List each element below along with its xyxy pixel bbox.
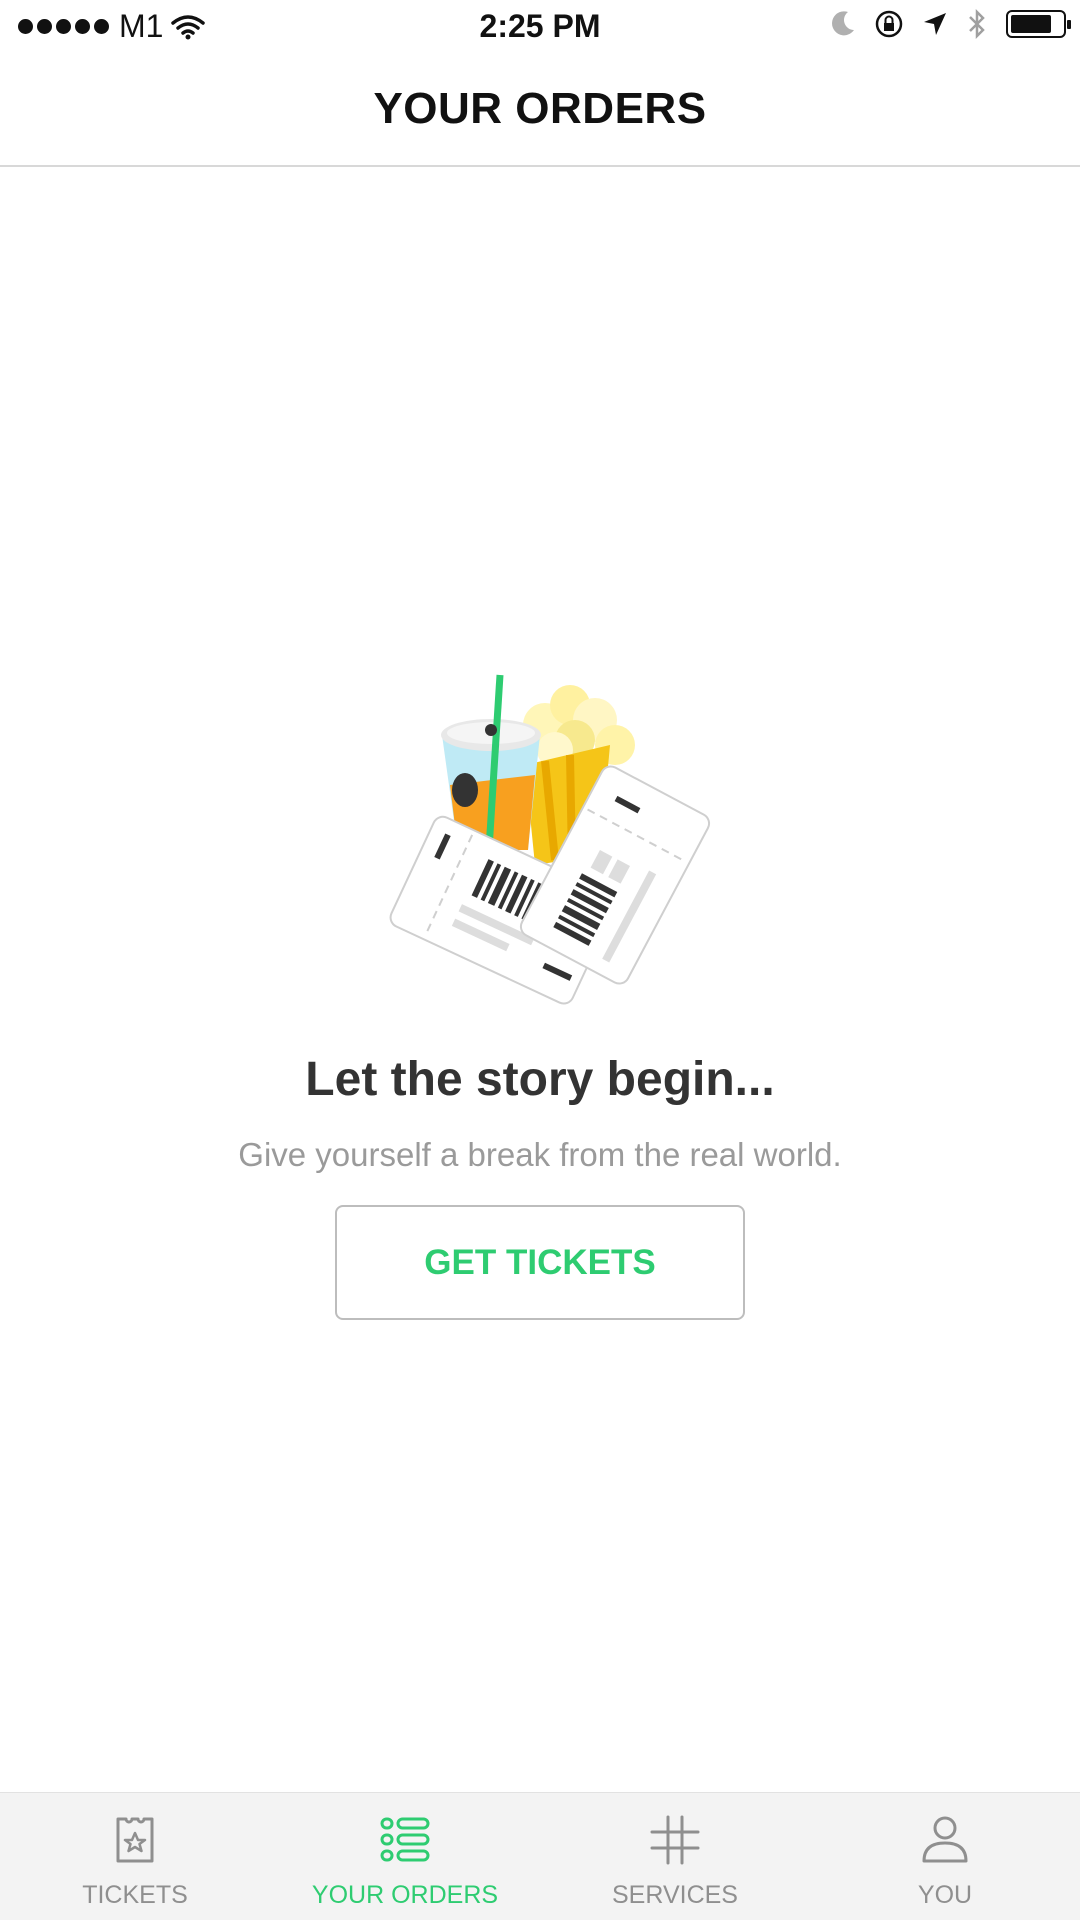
tab-tickets-label: TICKETS xyxy=(82,1881,188,1909)
ticket-icon xyxy=(116,1817,154,1863)
tab-you[interactable]: YOU xyxy=(810,1793,1080,1920)
tab-your-orders[interactable]: YOUR ORDERS xyxy=(270,1793,540,1920)
moon-icon xyxy=(832,11,854,36)
tab-your-orders-label: YOUR ORDERS xyxy=(311,1881,499,1909)
person-icon xyxy=(922,1816,968,1863)
bluetooth-icon xyxy=(969,8,985,40)
page-header: YOUR ORDERS xyxy=(0,54,1080,167)
empty-state-subtitle: Give yourself a break from the real worl… xyxy=(238,1136,842,1173)
tab-you-label: YOU xyxy=(917,1881,973,1909)
grid-hash-icon xyxy=(650,1815,700,1865)
tab-tickets[interactable]: TICKETS xyxy=(0,1793,270,1920)
status-bar: M1 2:25 PM xyxy=(0,0,1080,54)
empty-state-title: Let the story begin... xyxy=(305,1053,775,1106)
rotation-lock-icon xyxy=(875,10,903,38)
tickets-popcorn-illustration xyxy=(389,674,711,1005)
location-arrow-icon xyxy=(924,13,946,35)
tab-services-label: SERVICES xyxy=(612,1881,738,1909)
get-tickets-button[interactable]: GET TICKETS xyxy=(335,1205,745,1320)
tab-services[interactable]: SERVICES xyxy=(540,1793,810,1920)
battery-icon xyxy=(1006,10,1071,38)
battery-level-fill xyxy=(1011,15,1051,33)
page-title: YOUR ORDERS xyxy=(373,84,707,133)
orders-screen: M1 2:25 PM YOUR ORDERS Let the story beg… xyxy=(0,0,1080,1920)
status-right xyxy=(830,8,1071,40)
bottom-tab-bar: TICKETS YOUR ORDERS SERVICES YOU xyxy=(0,1792,1080,1920)
orders-list-icon xyxy=(380,1817,430,1862)
